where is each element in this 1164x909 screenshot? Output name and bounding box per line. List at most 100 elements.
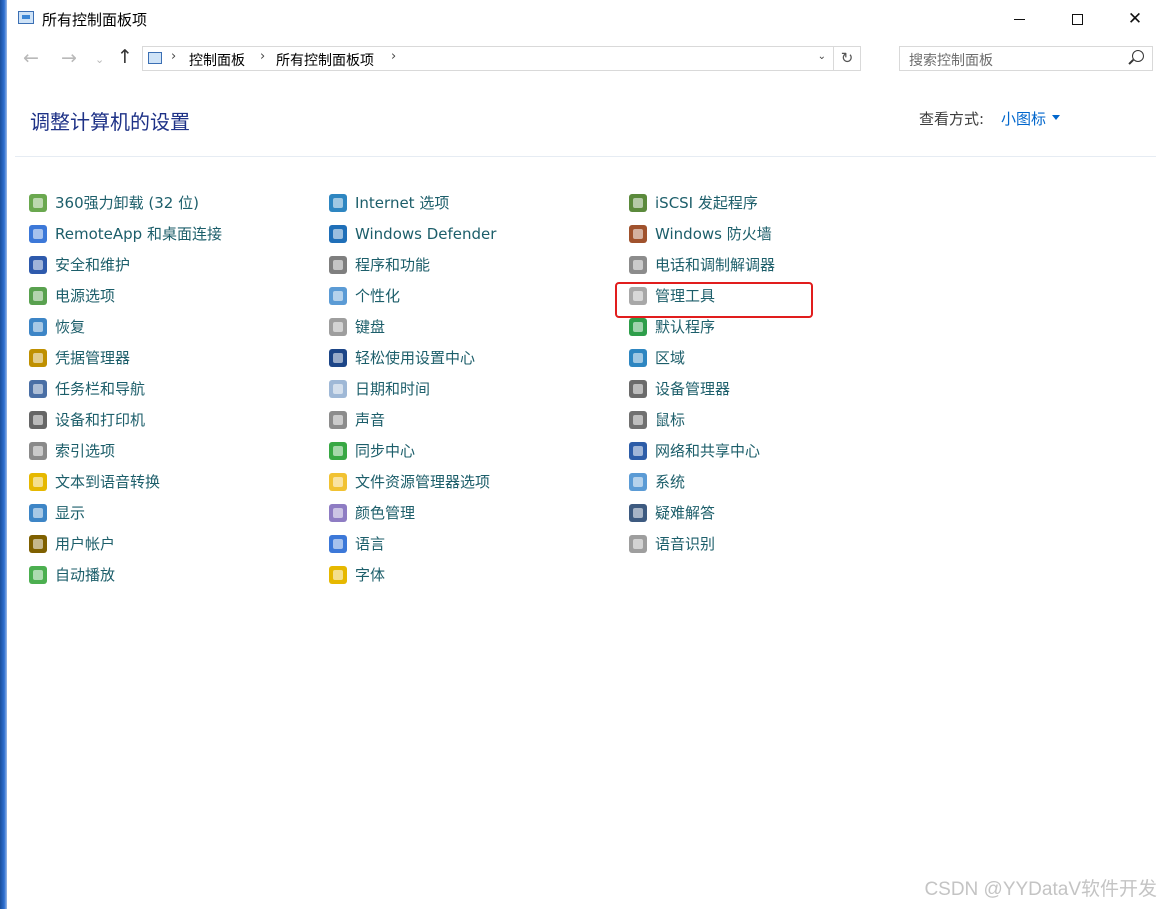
control-panel-item[interactable]: iSCSI 发起程序 xyxy=(629,187,775,218)
title-bar[interactable]: 所有控制面板项 ✕ xyxy=(7,0,1164,38)
phone-icon xyxy=(629,255,647,274)
control-panel-item[interactable]: 声音 xyxy=(329,404,496,435)
control-panel-item[interactable]: Windows Defender xyxy=(329,218,496,249)
item-label: 程序和功能 xyxy=(355,256,431,274)
view-by-dropdown[interactable]: 小图标 xyxy=(1001,108,1046,129)
control-panel-item[interactable]: 文本到语音转换 xyxy=(29,466,222,497)
minimize-button[interactable] xyxy=(990,0,1048,38)
control-panel-item[interactable]: 同步中心 xyxy=(329,435,496,466)
address-dropdown-icon[interactable]: ⌄ xyxy=(818,51,826,62)
control-panel-item[interactable]: 鼠标 xyxy=(629,404,775,435)
printer-icon xyxy=(29,410,47,429)
control-panel-item[interactable]: 用户帐户 xyxy=(29,528,222,559)
accessibility-icon xyxy=(329,348,347,367)
control-panel-item[interactable]: 显示 xyxy=(29,497,222,528)
breadcrumb-all-items[interactable]: 所有控制面板项 xyxy=(276,50,374,70)
close-button[interactable]: ✕ xyxy=(1106,0,1164,38)
caret-down-icon[interactable] xyxy=(1052,115,1060,120)
item-label: 个性化 xyxy=(355,287,401,305)
microphone-icon xyxy=(629,534,647,553)
programs-icon xyxy=(329,255,347,274)
recovery-icon xyxy=(29,317,47,336)
item-label: 索引选项 xyxy=(55,442,116,460)
search-box[interactable]: 搜索控制面板 xyxy=(899,46,1153,71)
remote-desktop-icon xyxy=(29,224,47,243)
item-label: 网络和共享中心 xyxy=(655,442,761,460)
default-programs-icon xyxy=(629,317,647,336)
troubleshoot-icon xyxy=(629,503,647,522)
item-label: 疑难解答 xyxy=(655,504,716,522)
item-label: 声音 xyxy=(355,411,386,429)
control-panel-item[interactable]: 自动播放 xyxy=(29,559,222,590)
uninstall-icon xyxy=(29,193,47,212)
control-panel-item[interactable]: Internet 选项 xyxy=(329,187,496,218)
item-label: 鼠标 xyxy=(655,411,686,429)
control-panel-item[interactable]: 颜色管理 xyxy=(329,497,496,528)
language-icon xyxy=(329,534,347,553)
minimize-icon xyxy=(1013,18,1025,20)
control-panel-item[interactable]: 轻松使用设置中心 xyxy=(329,342,496,373)
control-panel-item[interactable]: 文件资源管理器选项 xyxy=(329,466,496,497)
header-divider xyxy=(15,156,1156,157)
iscsi-icon xyxy=(629,193,647,212)
control-panel-item[interactable]: 设备和打印机 xyxy=(29,404,222,435)
control-panel-item[interactable]: 设备管理器 xyxy=(629,373,775,404)
item-label: 自动播放 xyxy=(55,566,116,584)
item-label: 360强力卸载 (32 位) xyxy=(55,194,199,212)
view-by-label: 查看方式: xyxy=(919,110,985,128)
maximize-icon xyxy=(1071,13,1083,25)
item-label: Windows 防火墙 xyxy=(655,225,772,243)
up-arrow-icon[interactable]: ↑ xyxy=(117,46,133,68)
refresh-icon[interactable]: ↻ xyxy=(833,47,860,70)
control-panel-item[interactable]: 360强力卸载 (32 位) xyxy=(29,187,222,218)
breadcrumb-separator-icon[interactable]: › xyxy=(391,49,396,64)
control-panel-item[interactable]: 电话和调制解调器 xyxy=(629,249,775,280)
control-panel-item[interactable]: 疑难解答 xyxy=(629,497,775,528)
breadcrumb-separator-icon[interactable]: › xyxy=(171,49,176,64)
control-panel-item[interactable]: RemoteApp 和桌面连接 xyxy=(29,218,222,249)
control-panel-item[interactable]: 恢复 xyxy=(29,311,222,342)
control-panel-item[interactable]: 语言 xyxy=(329,528,496,559)
credential-icon xyxy=(29,348,47,367)
globe-icon xyxy=(629,348,647,367)
items-column-2: Internet 选项 Windows Defender 程序和功能个性化键盘 轻松使… xyxy=(329,187,496,590)
item-label: 同步中心 xyxy=(355,442,416,460)
control-panel-item[interactable]: 个性化 xyxy=(329,280,496,311)
search-placeholder: 搜索控制面板 xyxy=(909,53,993,69)
control-panel-item[interactable]: 语音识别 xyxy=(629,528,775,559)
control-panel-item[interactable]: 索引选项 xyxy=(29,435,222,466)
item-label: 文本到语音转换 xyxy=(55,473,161,491)
search-icon[interactable] xyxy=(1132,50,1144,62)
items-column-1: 360强力卸载 (32 位) RemoteApp 和桌面连接 安全和维护 电源选项 恢复… xyxy=(29,187,222,590)
recent-locations-chevron-icon[interactable]: ⌄ xyxy=(95,53,104,66)
control-panel-item[interactable]: 键盘 xyxy=(329,311,496,342)
personalize-icon xyxy=(329,286,347,305)
control-panel-item[interactable]: 程序和功能 xyxy=(329,249,496,280)
item-label: 语言 xyxy=(355,535,386,553)
control-panel-item[interactable]: 网络和共享中心 xyxy=(629,435,775,466)
item-label: iSCSI 发起程序 xyxy=(655,194,758,212)
users-icon xyxy=(29,534,47,553)
forward-arrow-icon[interactable]: → xyxy=(61,47,77,69)
maximize-button[interactable] xyxy=(1048,0,1106,38)
control-panel-item[interactable]: 安全和维护 xyxy=(29,249,222,280)
control-panel-item[interactable]: 系统 xyxy=(629,466,775,497)
control-panel-item[interactable]: 区域 xyxy=(629,342,775,373)
control-panel-item[interactable]: Windows 防火墙 xyxy=(629,218,775,249)
display-icon xyxy=(29,503,47,522)
control-panel-item[interactable]: 任务栏和导航 xyxy=(29,373,222,404)
item-label: 系统 xyxy=(655,473,686,491)
item-label: 字体 xyxy=(355,566,386,584)
breadcrumb-control-panel[interactable]: 控制面板 xyxy=(189,50,245,70)
back-arrow-icon[interactable]: ← xyxy=(23,47,39,69)
control-panel-item[interactable]: 电源选项 xyxy=(29,280,222,311)
desktop-edge xyxy=(0,0,7,909)
close-icon: ✕ xyxy=(1127,9,1143,29)
item-label: 设备和打印机 xyxy=(55,411,146,429)
control-panel-item[interactable]: 字体 xyxy=(329,559,496,590)
breadcrumb-separator-icon[interactable]: › xyxy=(260,49,265,64)
control-panel-item[interactable]: 日期和时间 xyxy=(329,373,496,404)
calendar-icon xyxy=(329,379,347,398)
control-panel-item[interactable]: 凭据管理器 xyxy=(29,342,222,373)
address-bar[interactable]: › 控制面板 › 所有控制面板项 › ⌄ ↻ xyxy=(142,46,861,71)
